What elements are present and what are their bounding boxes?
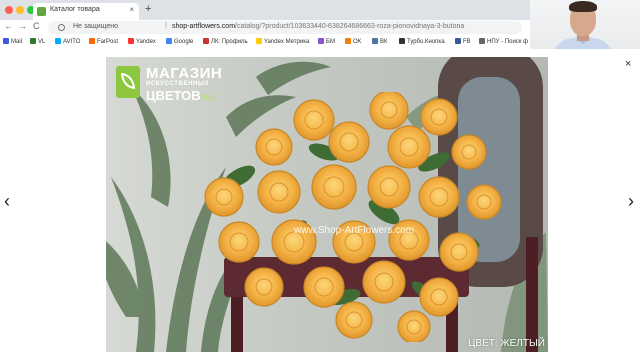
bookmark-label: ВК: [380, 39, 388, 45]
url-divider: |: [165, 22, 167, 29]
browser-toolbar: ← → C Не защищено | shop-artflowers.com/…: [0, 20, 530, 36]
logo-line-artificial: ИСКУССТВЕННЫХ: [146, 81, 210, 87]
bookmark-npu-search[interactable]: НПУ - Поиск ф: [479, 38, 528, 45]
bookmark-label: ОК: [353, 39, 362, 45]
site-favicon-icon: [37, 7, 46, 16]
bookmark-icon: [372, 38, 378, 44]
bookmark-label: Google: [174, 39, 194, 45]
url-path: /catalog/?product/103633440-638264686663…: [235, 23, 465, 30]
bookmark-icon: [128, 38, 134, 44]
info-icon[interactable]: [58, 24, 65, 31]
bookmark-label: FarPost: [97, 39, 119, 45]
bookmark-icon: [166, 38, 172, 44]
chevron-left-icon[interactable]: ‹: [4, 192, 10, 210]
bookmark-label: AVITO: [63, 39, 81, 45]
bookmark-icon: [89, 38, 95, 44]
leaf-shape: [121, 73, 135, 89]
url-domain: shop-artflowers.com: [172, 23, 236, 30]
bookmark-icon: [345, 38, 351, 44]
bookmark-lk-profile[interactable]: ЛК: Профиль: [203, 38, 248, 45]
bookmarks-bar: Mail VL AVITO FarPost Yandex Google ЛК: …: [0, 36, 530, 50]
browser-tab-catalog[interactable]: Каталог товара ×: [33, 3, 139, 20]
tab-title: Каталог товара: [50, 6, 100, 13]
bookmark-turbo-knopka[interactable]: Турбо.Кнопка: [399, 38, 445, 45]
browser-tab-strip: Каталог товара × +: [0, 0, 530, 20]
bookmark-icon: [203, 38, 209, 44]
new-tab-button[interactable]: +: [145, 3, 151, 15]
bookmark-ok[interactable]: ОК: [345, 38, 361, 45]
bookmark-icon: [318, 38, 324, 44]
chair-leg: [526, 237, 538, 352]
bookmark-google[interactable]: Google: [166, 38, 193, 45]
reload-icon[interactable]: C: [33, 21, 40, 31]
bookmark-fb[interactable]: FB: [455, 38, 471, 45]
logo-flowers-word: ЦВЕТОВ: [146, 88, 201, 103]
bookmark-label: Турбо.Кнопка: [407, 39, 445, 45]
logo-line-flowers: ЦВЕТОВ№1: [146, 88, 216, 103]
bookmark-icon: [256, 38, 262, 44]
bookmark-icon: [399, 38, 405, 44]
presenter-hair: [569, 1, 597, 12]
bookmark-icon: [3, 38, 9, 44]
bookmark-icon: [30, 38, 36, 44]
forward-arrow-icon[interactable]: →: [18, 21, 27, 31]
logo-line-shop: МАГАЗИН: [146, 65, 223, 82]
back-arrow-icon[interactable]: ←: [4, 21, 13, 31]
logo-number: №1: [200, 92, 216, 102]
url-text[interactable]: shop-artflowers.com/catalog/?product/103…: [172, 23, 464, 30]
bookmark-icon: [55, 38, 61, 44]
bookmark-mail[interactable]: Mail: [3, 38, 22, 45]
bookmark-farpost[interactable]: FarPost: [89, 38, 118, 45]
color-caption: ЦВЕТ: ЖЕЛТЫЙ: [467, 338, 545, 349]
bookmark-icon: [479, 38, 485, 44]
bookmark-vl[interactable]: VL: [30, 38, 45, 45]
photo-watermark: www.Shop-ArtFlowers.com: [294, 225, 415, 236]
bookmark-icon: [455, 38, 461, 44]
security-status[interactable]: Не защищено: [73, 23, 118, 30]
product-photo: МАГАЗИН ИСКУССТВЕННЫХ ЦВЕТОВ№1 www.Shop-…: [106, 57, 548, 352]
bookmark-label: FB: [463, 39, 471, 45]
leaf-logo-icon: [116, 66, 140, 98]
bookmark-label: VL: [38, 39, 46, 45]
bookmark-label: Mail: [11, 39, 23, 45]
chevron-right-icon[interactable]: ›: [628, 192, 634, 210]
close-window-button[interactable]: [5, 6, 13, 14]
bookmark-label: Yandex: [136, 39, 156, 45]
bookmark-avito[interactable]: AVITO: [55, 38, 80, 45]
bookmark-label: НПУ - Поиск ф: [487, 39, 529, 45]
bookmark-label: ЛК: Профиль: [211, 39, 248, 45]
bookmark-label: Yandex Метрика: [264, 39, 310, 45]
minimize-window-button[interactable]: [16, 6, 24, 14]
bookmark-label: БМ: [326, 39, 335, 45]
bookmark-vk[interactable]: ВК: [372, 38, 388, 45]
bookmark-yandex[interactable]: Yandex: [128, 38, 156, 45]
bookmark-yandex-metrika[interactable]: Yandex Метрика: [256, 38, 309, 45]
tab-close-icon[interactable]: ×: [129, 5, 134, 14]
bookmark-bm[interactable]: БМ: [318, 38, 335, 45]
address-bar[interactable]: Не защищено | shop-artflowers.com/catalo…: [48, 21, 522, 34]
close-icon[interactable]: ×: [625, 58, 631, 70]
rose-bouquet: [204, 92, 502, 342]
store-logo: МАГАЗИН ИСКУССТВЕННЫХ ЦВЕТОВ№1: [116, 65, 236, 104]
image-lightbox: ‹ › × МАГАЗИН ИСКУССТВЕННЫХ ЦВЕТОВ№1 www…: [0, 49, 640, 360]
